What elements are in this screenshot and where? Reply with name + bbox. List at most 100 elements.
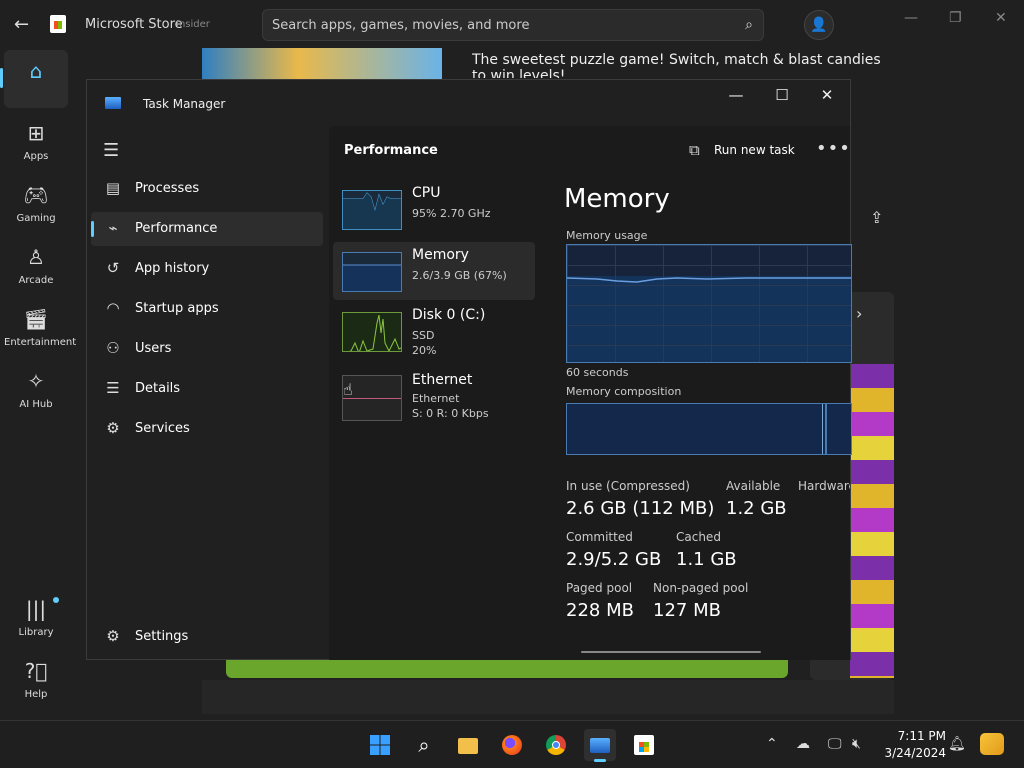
resource-detail-line: S: 0 R: 0 Kbps (412, 407, 489, 420)
back-arrow-icon[interactable]: ← (14, 14, 34, 35)
resource-ethernet[interactable]: Ethernet Ethernet S: 0 R: 0 Kbps (333, 369, 535, 427)
cached-label: Cached (676, 530, 721, 544)
volume-muted-icon[interactable]: 🔇︎ (852, 736, 861, 752)
file-explorer-button[interactable] (452, 729, 484, 761)
in-use-label: In use (Compressed) (566, 479, 690, 493)
memory-heading: Memory (564, 184, 670, 214)
users-icon: ⚇ (106, 339, 120, 357)
clapper-icon: 🎬︎ (23, 307, 49, 331)
cached-value: 1.1 GB (676, 549, 737, 570)
search-icon: ⌕ (418, 733, 430, 757)
candy-screenshot-image (850, 364, 894, 678)
store-nav-gaming[interactable]: 🎮︎ Gaming (4, 174, 68, 232)
resource-detail: 2.6/3.9 GB (67%) (412, 269, 507, 282)
nav-item-label: Processes (135, 181, 200, 196)
store-minimize-icon[interactable]: — (904, 10, 918, 26)
chrome-button[interactable] (540, 729, 572, 761)
page-title: Performance (344, 143, 438, 158)
firefox-icon (502, 735, 522, 755)
resource-detail-line: 20% (412, 344, 437, 357)
available-label: Available (726, 479, 781, 493)
nav-item-label: App history (135, 261, 210, 276)
store-nav-library[interactable]: ||| Library (4, 588, 68, 646)
more-options-icon[interactable]: ••• (816, 138, 851, 159)
run-new-task-label: Run new task (714, 143, 795, 157)
nav-item-users[interactable]: ⚇ Users (91, 332, 323, 366)
nav-item-details[interactable]: ☰ Details (91, 372, 323, 406)
history-icon: ↺ (106, 259, 120, 277)
details-icon: ☰ (106, 379, 120, 397)
chevron-up-icon[interactable]: ⌃ (766, 736, 778, 752)
maximize-icon[interactable]: ☐ (767, 86, 797, 104)
hamburger-menu-icon[interactable]: ☰ (103, 140, 119, 161)
notification-bell-icon[interactable]: 🔔︎ (948, 736, 966, 752)
chrome-icon (546, 735, 566, 755)
apps-icon: ⊞ (27, 121, 45, 145)
resource-disk[interactable]: Disk 0 (C:) SSD 20% (333, 302, 535, 360)
chrome-icon-center (552, 741, 560, 749)
clock-date: 3/24/2024 (884, 746, 946, 760)
composition-in-use-segment (567, 404, 823, 454)
joystick-icon: ♙ (27, 245, 45, 269)
nav-item-startup-apps[interactable]: ◠ Startup apps (91, 292, 323, 326)
store-nav-label: Gaming (16, 213, 56, 224)
start-button[interactable] (364, 729, 396, 761)
taskbar: ⌕ ⌃ ☁ 🖵︎ 🔇︎ 7:11 PM 3/24/2024 🔔︎ (0, 720, 1024, 768)
store-nav-apps[interactable]: ⊞ Apps (4, 112, 68, 170)
network-icon[interactable]: 🖵︎ (828, 736, 842, 752)
account-avatar-icon[interactable]: 👤 (804, 10, 834, 40)
horizontal-scrollbar[interactable] (581, 651, 761, 653)
help-icon: ?⃝ (24, 659, 48, 683)
firefox-button[interactable] (496, 729, 528, 761)
store-nav-label: Apps (23, 151, 49, 162)
store-logo-icon (50, 15, 66, 33)
committed-label: Committed (566, 530, 633, 544)
nav-item-services[interactable]: ⚙ Services (91, 412, 323, 446)
nav-item-settings[interactable]: ⚙ Settings (91, 620, 323, 654)
store-search-box[interactable]: Search apps, games, movies, and more ⌕ (262, 9, 764, 41)
task-manager-title: Task Manager (143, 97, 226, 111)
store-taskbar-button[interactable] (628, 729, 660, 761)
store-bag-icon (634, 735, 654, 755)
settings-gear-icon: ⚙ (106, 627, 120, 645)
clock-time: 7:11 PM (897, 729, 946, 743)
task-manager-sidebar: ☰ ▤ Processes ⌁ Performance ↺ App histor… (87, 126, 327, 660)
performance-page: Performance ⧉ Run new task ••• CPU 95% 2… (329, 126, 852, 660)
windows-logo-icon (370, 735, 390, 755)
store-nav-home[interactable]: ⌂ (0, 50, 68, 108)
resource-detail: Ethernet S: 0 R: 0 Kbps (412, 391, 489, 421)
store-nav-entertainment[interactable]: 🎬︎ Entertainment (4, 298, 77, 356)
copilot-icon[interactable] (980, 733, 1004, 755)
startup-icon: ◠ (106, 299, 120, 317)
non-paged-pool-label: Non-paged pool (653, 581, 749, 595)
nav-item-performance[interactable]: ⌁ Performance (91, 212, 323, 246)
nav-item-app-history[interactable]: ↺ App history (91, 252, 323, 286)
store-nav-arcade[interactable]: ♙ Arcade (4, 236, 68, 294)
close-icon[interactable]: ✕ (812, 86, 842, 104)
gamepad-icon: 🎮︎ (23, 183, 49, 207)
store-nav-ai-hub[interactable]: ✧ AI Hub (4, 360, 68, 418)
store-restore-icon[interactable]: ❐ (949, 10, 962, 26)
resource-cpu[interactable]: CPU 95% 2.70 GHz (333, 180, 535, 238)
share-icon[interactable]: ⇪ (870, 208, 883, 227)
memory-thumbnail-graph (342, 252, 402, 292)
store-title-bar: ← Microsoft Store Insider Search apps, g… (0, 0, 1024, 48)
resource-memory[interactable]: Memory 2.6/3.9 GB (67%) (333, 242, 535, 300)
chevron-right-icon[interactable]: › (856, 304, 862, 323)
search-icon[interactable]: ⌕ (745, 17, 753, 33)
minimize-icon[interactable]: — (721, 86, 751, 104)
store-nav-help[interactable]: ?⃝ Help (4, 650, 68, 708)
non-paged-pool-value: 127 MB (653, 600, 721, 621)
resource-name: Ethernet (412, 372, 473, 388)
run-task-icon: ⧉ (689, 141, 700, 159)
store-nav-label: Entertainment (4, 337, 77, 348)
system-clock[interactable]: 7:11 PM 3/24/2024 (876, 728, 946, 762)
task-manager-taskbar-button[interactable] (584, 729, 616, 762)
onedrive-offline-icon[interactable]: ☁ (796, 736, 810, 752)
search-taskbar-button[interactable]: ⌕ (408, 729, 440, 761)
store-nav-label: Library (18, 627, 54, 638)
in-use-value: 2.6 GB (112 MB) (566, 498, 715, 519)
store-close-icon[interactable]: ✕ (995, 10, 1007, 26)
nav-item-label: Startup apps (135, 301, 219, 316)
nav-item-processes[interactable]: ▤ Processes (91, 172, 323, 206)
